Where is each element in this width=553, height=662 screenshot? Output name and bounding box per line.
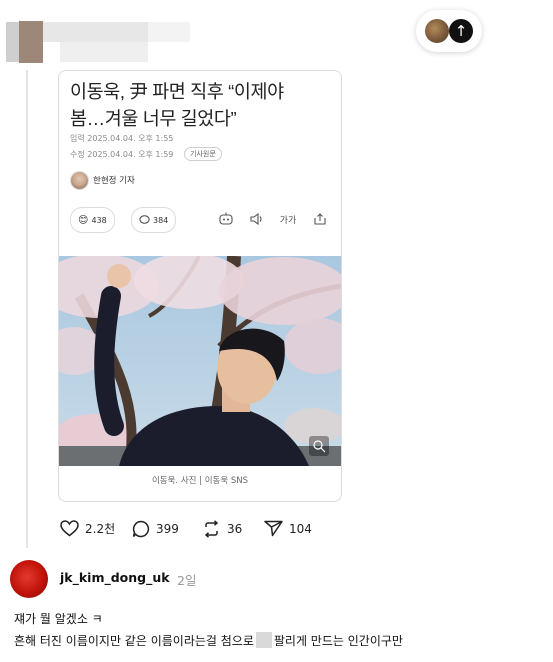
repost-count: 36 <box>227 522 243 536</box>
article-comment-button[interactable]: 384 <box>131 207 177 233</box>
send-icon <box>264 520 283 537</box>
article-card[interactable]: 이동욱, 尹 파면 직후 “이제야 봄…겨울 너무 길었다” 입력 2025.0… <box>58 70 342 502</box>
redacted-username <box>43 22 148 42</box>
heart-icon <box>60 520 79 537</box>
reply-time: 2일 <box>177 573 197 588</box>
article-input-date: 입력 2025.04.04. 오후 1:55 <box>70 134 174 143</box>
text-size-icon[interactable]: 가가 <box>277 209 299 229</box>
thread-line <box>26 70 28 548</box>
redacted-username <box>148 22 190 42</box>
reply-avatar[interactable] <box>10 560 48 598</box>
redacted-username <box>60 42 148 62</box>
repost-button[interactable]: 36 <box>202 520 242 538</box>
share-icon[interactable] <box>311 209 329 229</box>
user-avatar-icon[interactable] <box>19 21 43 63</box>
reply-text-line-2: 흔해 터진 이름이지만 같은 이름이라는걸 첨으로 팔리게 만드는 인간이구만 <box>14 632 403 649</box>
reply-text-part: 팔리게 만드는 인간이구만 <box>273 634 403 648</box>
reply-text-part: 흔해 터진 이름이지만 같은 이름이라는걸 첨으로 <box>14 634 254 648</box>
reaction-count: 438 <box>91 215 107 225</box>
photo-caption: 이동욱. 사진 | 이동욱 SNS <box>151 476 249 486</box>
summary-bot-icon[interactable] <box>217 209 235 229</box>
comment-count: 399 <box>156 522 179 536</box>
article-modified-date: 수정 2025.04.04. 오후 1:59 <box>70 150 174 159</box>
speaker-icon[interactable] <box>248 209 266 229</box>
article-title: 이동욱, 尹 파면 직후 “이제야 봄…겨울 너무 길었다” <box>70 81 284 129</box>
share-button[interactable]: 104 <box>264 520 312 537</box>
floating-scroll-pill[interactable]: ↑ <box>416 10 482 52</box>
comment-button[interactable]: 399 <box>132 520 179 538</box>
emoji-reaction-icon: 😊 <box>78 214 89 226</box>
like-button[interactable]: 2.2천 <box>60 520 115 537</box>
redacted-word <box>255 632 272 648</box>
reporter-name[interactable]: 한현정 기자 <box>93 174 135 186</box>
reporter-avatar <box>70 171 89 190</box>
cat-avatar-icon <box>425 19 449 43</box>
reply-username[interactable]: jk_kim_dong_uk <box>60 570 170 585</box>
like-count: 2.2천 <box>85 522 116 536</box>
reaction-button[interactable]: 😊 438 <box>70 207 115 233</box>
original-article-button[interactable]: 기사원문 <box>184 147 222 161</box>
redacted-username <box>6 22 19 62</box>
arrow-up-icon[interactable]: ↑ <box>449 19 473 43</box>
share-count: 104 <box>289 521 312 536</box>
comment-bubble-icon <box>132 520 150 538</box>
repost-icon <box>204 520 219 538</box>
article-comment-count: 384 <box>153 215 169 225</box>
article-photo[interactable] <box>59 256 341 466</box>
comment-bubble-icon <box>139 215 150 224</box>
reply-text-line-1: 쟤가 뭘 알겠소 ㅋ <box>14 612 103 626</box>
